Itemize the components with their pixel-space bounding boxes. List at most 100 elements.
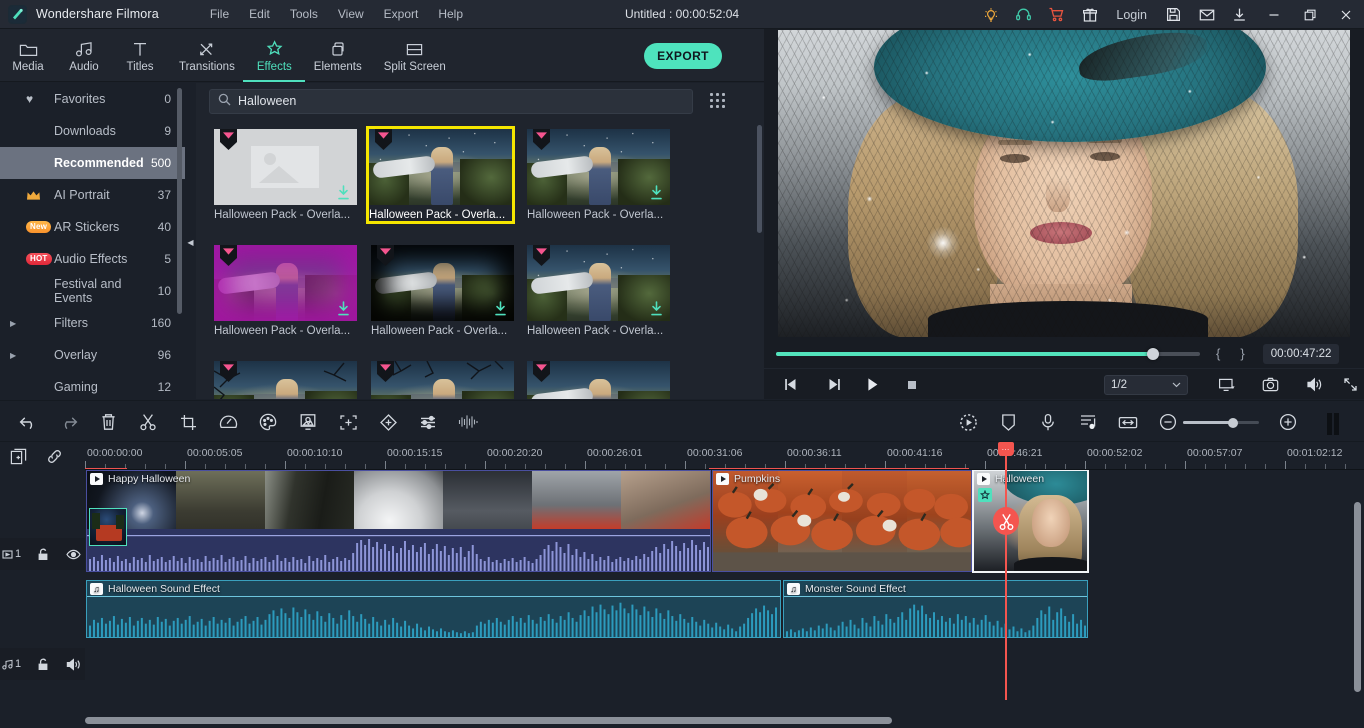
seek-handle[interactable]	[1147, 347, 1159, 360]
shopping-cart-icon[interactable]	[1040, 0, 1073, 29]
menu-view[interactable]: View	[328, 4, 374, 24]
mark-in-button[interactable]: {	[1216, 346, 1220, 361]
scrollbar-thumb[interactable]	[85, 717, 892, 724]
mark-out-button[interactable]: }	[1240, 346, 1244, 361]
effect-card[interactable]	[527, 361, 670, 399]
menu-edit[interactable]: Edit	[239, 4, 280, 24]
grid-view-icon[interactable]	[710, 93, 726, 109]
sidebar-item-favorites[interactable]: ♥ Favorites 0	[0, 83, 185, 115]
download-icon[interactable]	[1223, 0, 1256, 29]
login-button[interactable]: Login	[1106, 8, 1157, 22]
effect-card[interactable]: Halloween Pack - Overla...	[214, 245, 357, 337]
menu-file[interactable]: File	[200, 4, 239, 24]
tab-media[interactable]: Media	[0, 29, 56, 82]
redo-button[interactable]	[48, 401, 88, 443]
add-media-icon[interactable]	[0, 442, 36, 470]
mixer-note-icon[interactable]	[1068, 401, 1108, 443]
microphone-icon[interactable]	[1028, 401, 1068, 443]
preview-video-canvas[interactable]	[778, 30, 1350, 337]
lightbulb-icon[interactable]	[974, 0, 1007, 29]
maximize-icon[interactable]	[1292, 0, 1328, 29]
sidebar-item-ai-portrait[interactable]: AI Portrait 37	[0, 179, 185, 211]
headset-support-icon[interactable]	[1007, 0, 1040, 29]
download-icon[interactable]	[650, 301, 663, 316]
chevron-right-icon[interactable]: ▶	[10, 351, 26, 360]
download-icon[interactable]	[337, 301, 350, 316]
scissors-icon[interactable]	[128, 401, 168, 443]
search-input[interactable]: Halloween	[209, 88, 693, 114]
sliders-icon[interactable]	[408, 401, 448, 443]
tab-titles[interactable]: Titles	[112, 29, 168, 82]
diamond-keyframe-icon[interactable]	[368, 401, 408, 443]
stop-icon[interactable]	[892, 370, 932, 399]
effect-card[interactable]: Halloween Pack - Overla...	[371, 245, 514, 337]
playback-quality-select[interactable]: 1/2	[1104, 375, 1188, 395]
timeline-audio-clip-halloween[interactable]: ♫ Halloween Sound Effect	[86, 580, 781, 638]
speedometer-icon[interactable]	[208, 401, 248, 443]
sidebar-item-recommended[interactable]: Recommended 500	[0, 147, 185, 179]
step-forward-icon[interactable]	[812, 370, 852, 399]
fit-width-icon[interactable]	[1108, 401, 1148, 443]
play-icon[interactable]	[852, 370, 892, 399]
menu-export[interactable]: Export	[374, 4, 429, 24]
audio-waveform-icon[interactable]	[448, 401, 488, 443]
timeline-clip-happy-halloween[interactable]: Happy Halloween	[86, 470, 711, 572]
marker-shield-icon[interactable]	[988, 401, 1028, 443]
enhance-brackets-icon[interactable]	[328, 401, 368, 443]
eye-visible-icon[interactable]	[62, 549, 85, 560]
download-icon[interactable]	[494, 301, 507, 316]
split-clip-indicator[interactable]	[993, 507, 1019, 535]
render-bar-indicator[interactable]	[1327, 413, 1340, 435]
timeline-clip-halloween-selected[interactable]: Halloween	[972, 470, 1089, 573]
timeline-clip-pumpkins[interactable]: Pumpkins	[712, 470, 972, 572]
unlocked-icon[interactable]	[31, 548, 54, 561]
monitor-icon[interactable]	[1206, 370, 1246, 399]
sidebar-item-audio-effects[interactable]: HOT Audio Effects 5	[0, 243, 185, 275]
sidebar-item-downloads[interactable]: Downloads 9	[0, 115, 185, 147]
speaker-on-icon[interactable]	[62, 657, 85, 671]
camera-icon[interactable]	[1250, 370, 1290, 399]
collapse-left-icon[interactable]: ◀	[185, 228, 196, 256]
step-backward-icon[interactable]	[772, 370, 812, 399]
tab-elements[interactable]: Elements	[303, 29, 373, 82]
tab-effects[interactable]: Effects	[243, 29, 306, 82]
gift-icon[interactable]	[1073, 0, 1106, 29]
expand-arrows-icon[interactable]	[1330, 370, 1364, 399]
timeline-horizontal-scrollbar[interactable]	[85, 717, 1340, 724]
tab-audio[interactable]: Audio	[56, 29, 112, 82]
download-icon[interactable]	[650, 185, 663, 200]
audio-lane[interactable]: ♫ Halloween Sound Effect ♫ Monster Sound…	[85, 580, 1340, 660]
speaker-icon[interactable]	[1294, 370, 1334, 399]
sidebar-item-gaming[interactable]: Gaming 12	[0, 371, 185, 399]
unlocked-icon[interactable]	[31, 658, 54, 671]
render-preview-button[interactable]	[948, 401, 988, 443]
effect-card[interactable]: Halloween Pack - Overla...	[527, 245, 670, 337]
sidebar-item-festival-and-events[interactable]: Festival and Events 10	[0, 275, 185, 307]
tab-transitions[interactable]: Transitions	[168, 29, 246, 82]
video-lane[interactable]: Happy Halloween Pumpkins Halloween	[85, 470, 1340, 573]
playhead[interactable]: ⋯	[998, 442, 1014, 700]
sidebar-item-overlay[interactable]: ▶ Overlay 96	[0, 339, 185, 371]
timeline-zoom-slider[interactable]	[1183, 417, 1259, 428]
plus-circle-icon[interactable]	[1268, 401, 1308, 443]
minus-circle-icon[interactable]	[1148, 401, 1188, 443]
tab-split-screen[interactable]: Split Screen	[373, 29, 457, 82]
sidebar-scrollbar[interactable]	[177, 88, 182, 314]
trash-icon[interactable]	[88, 401, 128, 443]
effect-card[interactable]: Halloween Pack - Overla...	[527, 129, 670, 221]
chevron-right-icon[interactable]: ▶	[10, 319, 26, 328]
playhead-handle[interactable]: ⋯	[998, 442, 1014, 456]
undo-button[interactable]	[8, 401, 48, 443]
effects-grid-scrollbar[interactable]	[757, 125, 762, 233]
chroma-key-icon[interactable]	[288, 401, 328, 443]
menu-help[interactable]: Help	[428, 4, 473, 24]
timeline-audio-clip-monster[interactable]: ♫ Monster Sound Effect	[783, 580, 1088, 638]
effect-card[interactable]	[371, 361, 514, 399]
link-icon[interactable]	[36, 442, 72, 470]
preview-seek-slider[interactable]	[776, 347, 1200, 360]
effect-card[interactable]	[214, 361, 357, 399]
zoom-handle[interactable]	[1228, 417, 1238, 428]
effect-card-selected[interactable]: Halloween Pack - Overla...	[366, 126, 515, 224]
minimize-icon[interactable]	[1256, 0, 1292, 29]
timeline-ruler[interactable]: 00:00:00:00 00:00:05:05 00:00:10:10 00:0…	[85, 442, 1364, 470]
